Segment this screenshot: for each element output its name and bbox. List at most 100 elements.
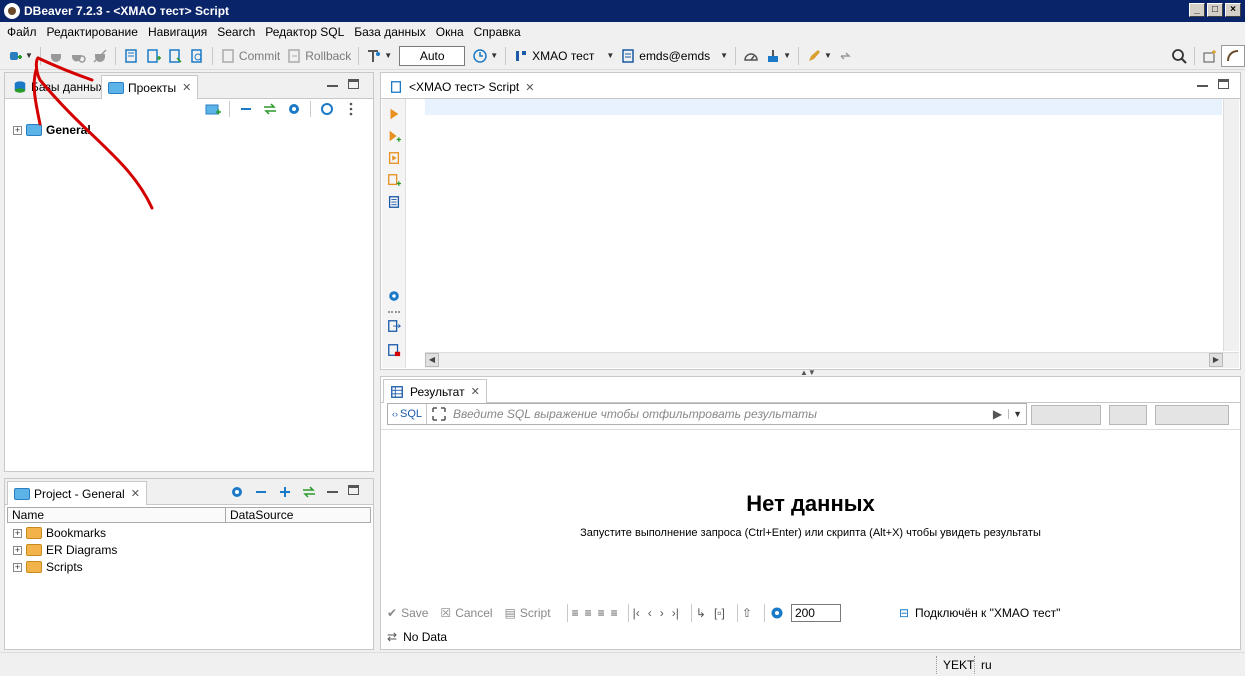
active-connection-selector[interactable]: XMAO тест ▼ [510,45,617,67]
tools-button[interactable]: ▼ [803,45,835,67]
history-back-button[interactable] [1155,405,1229,425]
gear-icon[interactable] [286,101,302,117]
disconnect-button[interactable] [89,45,111,67]
maximize-window-button[interactable]: □ [1207,3,1223,17]
tab-databases[interactable]: Базы данных [7,75,110,99]
link-with-editor-icon[interactable] [262,101,278,117]
close-tab-icon[interactable]: ✕ [131,487,140,500]
next-page-button[interactable]: › [660,606,664,620]
recent-script-button[interactable] [164,45,186,67]
script-button[interactable]: ▤ Script [505,606,551,620]
minimize-panel-icon[interactable] [327,488,338,493]
previous-page-button[interactable]: ‹ [648,606,652,620]
save-button[interactable]: ✔ Save [387,606,428,620]
export-button[interactable]: ⇧ [742,606,752,620]
data-transfer-button[interactable]: ▼ [762,45,794,67]
fetch-next-button[interactable]: ↳ [696,606,706,620]
minimize-window-button[interactable]: _ [1189,3,1205,17]
filter-input[interactable]: Введите SQL выражение чтобы отфильтроват… [453,407,817,421]
close-window-button[interactable]: × [1225,3,1241,17]
tab-project-general[interactable]: Project - General ✕ [7,481,147,505]
tab-results[interactable]: Результат ✕ [383,379,487,403]
close-tab-icon[interactable]: ✕ [471,385,480,398]
rollback-button[interactable]: Rollback [283,45,354,67]
menu-search[interactable]: Search [212,25,260,39]
find-script-button[interactable] [186,45,208,67]
refresh-icon[interactable] [319,101,335,117]
maximize-panel-icon[interactable] [348,485,359,495]
menu-file[interactable]: Файл [2,25,42,39]
search-button[interactable] [1168,45,1190,67]
filter-history-dropdown-icon[interactable]: ▼ [1008,409,1026,419]
last-page-button[interactable]: ›| [672,606,679,620]
back-navigation-button[interactable] [835,45,857,67]
close-tab-icon[interactable]: ✕ [182,81,191,94]
clear-filter-button[interactable] [1031,405,1101,425]
column-header-datasource[interactable]: DataSource [226,508,370,522]
expand-icon[interactable]: + [13,562,22,572]
copy-row-button[interactable]: ≡ [598,606,605,620]
active-schema-selector[interactable]: emds@emds ▼ [617,45,731,67]
sql-editor-button[interactable] [120,45,142,67]
first-page-button[interactable]: |‹ [633,606,640,620]
column-header-name[interactable]: Name [8,508,226,522]
execute-new-tab-icon[interactable] [387,129,401,143]
transaction-log-button[interactable]: ▼ [469,45,501,67]
tree-item-er-diagrams[interactable]: + ER Diagrams [13,543,117,557]
apply-filter-icon[interactable]: ▶ [993,407,1002,421]
menu-window[interactable]: Окна [431,25,469,39]
gear-icon[interactable] [229,484,245,500]
execute-script-icon[interactable] [387,151,401,165]
filter-panels-button[interactable] [1109,405,1147,425]
close-tab-icon[interactable]: ✕ [525,81,534,94]
expand-icon[interactable]: + [13,125,22,135]
gear-icon[interactable] [769,605,785,621]
transaction-mode-button[interactable]: ▼ [363,45,395,67]
new-connection-button[interactable]: ▼ [4,45,36,67]
export-icon[interactable] [387,319,401,333]
collapse-all-icon[interactable] [238,101,254,117]
expand-all-icon[interactable] [277,484,293,500]
commit-button[interactable]: Commit [217,45,283,67]
gear-icon[interactable] [387,289,401,303]
menu-database[interactable]: База данных [349,25,430,39]
maximize-panel-icon[interactable] [1218,79,1229,89]
link-with-editor-icon[interactable] [301,484,317,500]
dbeaver-perspective-button[interactable] [1221,44,1245,67]
explain-plan-icon[interactable] [387,195,401,209]
add-row-button[interactable]: ≡ [585,606,592,620]
menu-help[interactable]: Справка [469,25,526,39]
tree-item-general[interactable]: + General [13,123,91,137]
collapse-all-icon[interactable] [253,484,269,500]
edit-row-button[interactable]: ≡ [572,606,579,620]
reconnect-button[interactable] [67,45,89,67]
sql-filter-button[interactable]: ‹› SQL [388,404,428,424]
fetch-all-button[interactable]: [▫] [714,606,725,620]
new-folder-icon[interactable] [205,101,221,117]
expand-icon[interactable]: + [13,528,22,538]
cancel-button[interactable]: ☒ Cancel [440,606,492,620]
connect-button[interactable] [45,45,67,67]
delete-row-button[interactable]: ≡ [611,606,618,620]
close-results-icon[interactable] [387,343,401,357]
menu-edit[interactable]: Редактирование [42,25,143,39]
open-perspective-button[interactable] [1199,45,1221,67]
view-menu-icon[interactable] [343,101,359,117]
editor-vertical-scrollbar[interactable] [1223,99,1239,351]
fetch-size-input[interactable]: 200 [790,604,841,622]
tab-projects[interactable]: Проекты ✕ [101,75,199,99]
scroll-left-arrow-icon[interactable]: ◀ [425,353,439,367]
minimize-panel-icon[interactable] [327,82,338,87]
expand-filter-icon[interactable] [431,406,447,422]
execute-statement-icon[interactable] [387,107,401,121]
maximize-panel-icon[interactable] [348,79,359,89]
refresh-button[interactable]: ⇄ No Data [387,630,447,644]
sql-editor-text-area[interactable] [407,99,1222,351]
menu-sql-editor[interactable]: Редактор SQL [260,25,349,39]
new-script-button[interactable] [142,45,164,67]
tree-item-scripts[interactable]: + Scripts [13,560,83,574]
expand-icon[interactable]: + [13,545,22,555]
dashboard-button[interactable] [740,45,762,67]
scroll-right-arrow-icon[interactable]: ▶ [1209,353,1223,367]
minimize-panel-icon[interactable] [1197,82,1208,87]
